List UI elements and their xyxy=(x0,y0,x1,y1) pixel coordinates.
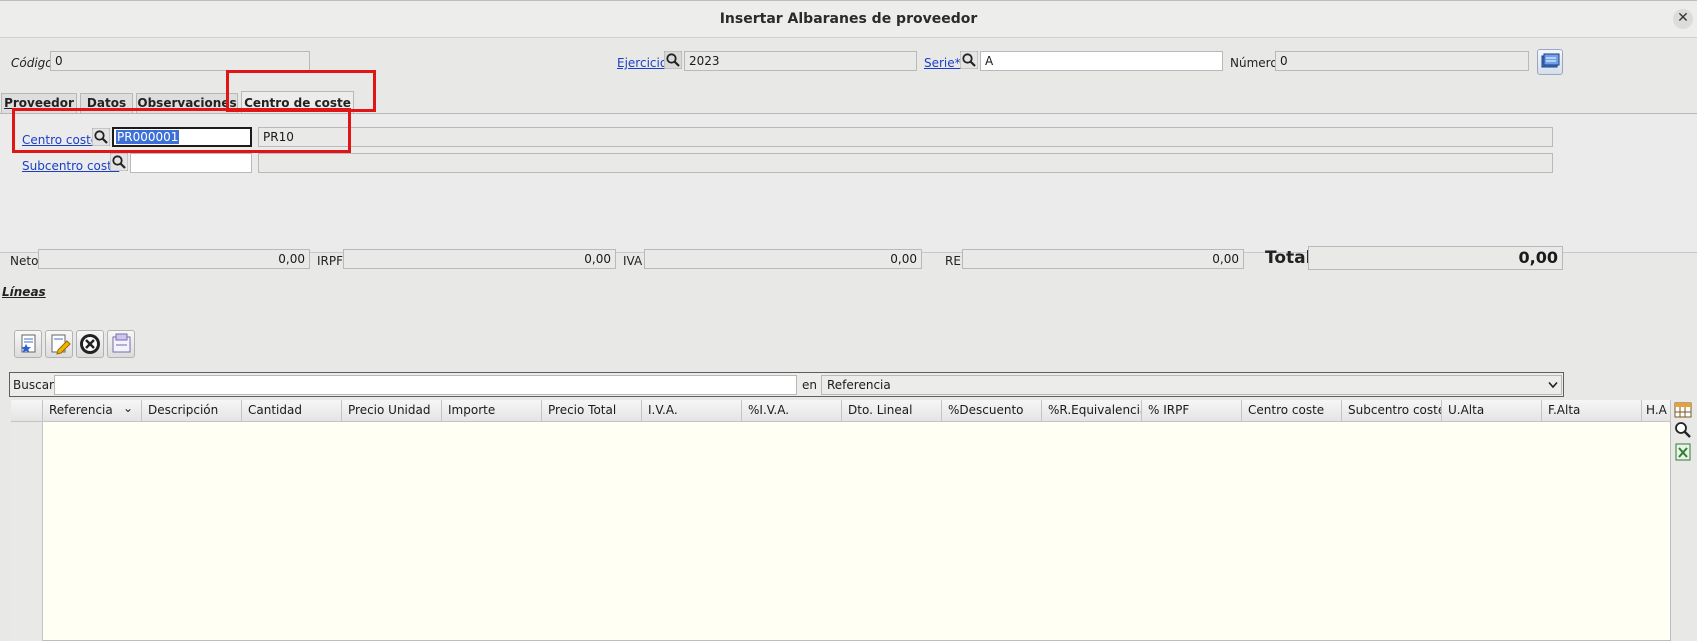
delete-line-icon xyxy=(80,334,100,354)
close-button[interactable]: ✕ xyxy=(1673,9,1693,29)
search-icon xyxy=(664,51,682,69)
export-excel-button[interactable] xyxy=(1673,442,1693,462)
column-config-button[interactable] xyxy=(1673,400,1693,420)
ejercicio-field[interactable]: 2023 xyxy=(684,51,917,71)
chevron-down-icon xyxy=(1548,381,1558,389)
buscar-label: Buscar xyxy=(13,378,54,392)
subcentro-coste-code-input[interactable] xyxy=(130,153,252,173)
import-lines-icon xyxy=(112,333,131,353)
centro-coste-description: PR10 xyxy=(258,127,1553,147)
search-field-select[interactable]: Referencia xyxy=(821,375,1562,395)
numero-field[interactable]: 0 xyxy=(1275,51,1529,71)
column-header-f-alta[interactable]: F.Alta xyxy=(1542,400,1642,422)
close-icon: ✕ xyxy=(1677,10,1689,26)
lineas-section-title: Líneas xyxy=(2,285,46,299)
column-header-precio-unidad[interactable]: Precio Unidad xyxy=(342,400,442,422)
new-line-icon xyxy=(21,334,36,353)
total-label: Total xyxy=(1265,248,1312,268)
column-header-centro-coste[interactable]: Centro coste xyxy=(1242,400,1342,422)
neto-field: 0,00 xyxy=(38,249,310,269)
search-input[interactable] xyxy=(54,375,797,395)
column-header-descripcion[interactable]: Descripción xyxy=(142,400,242,422)
window-title: Insertar Albaranes de proveedor xyxy=(719,11,978,27)
irpf-field: 0,00 xyxy=(343,249,616,269)
excel-icon xyxy=(1675,443,1691,461)
documents-icon xyxy=(1541,53,1560,68)
column-header-precio-total[interactable]: Precio Total xyxy=(542,400,642,422)
delete-line-button[interactable] xyxy=(76,330,104,358)
import-lines-button[interactable] xyxy=(107,330,135,358)
total-field: 0,00 xyxy=(1308,246,1563,270)
serie-link[interactable]: Serie* xyxy=(924,56,961,70)
search-icon xyxy=(1675,422,1691,438)
ejercicio-link[interactable]: Ejercicio xyxy=(617,56,667,70)
re-label: RE xyxy=(945,254,961,268)
column-header-cantidad[interactable]: Cantidad xyxy=(242,400,342,422)
lines-table[interactable] xyxy=(11,400,1671,641)
corner-header xyxy=(11,400,43,422)
sort-down-icon: ⌄ xyxy=(123,401,134,415)
serie-search-button[interactable] xyxy=(960,51,978,72)
column-header-h-alta[interactable]: H.A xyxy=(1642,400,1671,422)
highlight-centro-box xyxy=(12,108,351,153)
row-header-column xyxy=(11,400,43,641)
new-line-button[interactable] xyxy=(14,330,42,358)
neto-label: Neto xyxy=(10,254,39,268)
highlight-tab-box xyxy=(226,70,376,112)
column-header-porc-r-equivalencia[interactable]: %R.Equivalencia xyxy=(1042,400,1142,422)
edit-line-icon xyxy=(51,334,71,355)
irpf-label: IRPF xyxy=(317,254,344,268)
search-icon xyxy=(960,51,978,69)
column-header-dto-lineal[interactable]: Dto. Lineal xyxy=(842,400,942,422)
subcentro-coste-search-button[interactable] xyxy=(110,153,128,174)
column-header-referencia[interactable]: Referencia ⌄ xyxy=(43,400,142,422)
subcentro-coste-description xyxy=(258,153,1553,173)
search-field-value: Referencia xyxy=(827,378,891,392)
table-settings-icon xyxy=(1674,402,1692,418)
re-field: 0,00 xyxy=(962,249,1244,269)
column-header-porc-iva[interactable]: %I.V.A. xyxy=(742,400,842,422)
ejercicio-search-button[interactable] xyxy=(664,51,682,72)
subcentro-coste-link[interactable]: Subcentro coste xyxy=(22,159,119,173)
column-header-importe[interactable]: Importe xyxy=(442,400,542,422)
edit-line-button[interactable] xyxy=(45,330,73,358)
column-header-u-alta[interactable]: U.Alta xyxy=(1442,400,1542,422)
iva-label: IVA xyxy=(623,254,643,268)
iva-field: 0,00 xyxy=(644,249,922,269)
column-header-porc-descuento[interactable]: %Descuento xyxy=(942,400,1042,422)
grid-search-button[interactable] xyxy=(1673,420,1693,440)
en-label: en xyxy=(802,378,817,392)
column-header-porc-irpf[interactable]: % IRPF xyxy=(1142,400,1242,422)
numero-label: Número xyxy=(1230,56,1278,70)
document-action-button[interactable] xyxy=(1537,49,1563,75)
column-header-iva[interactable]: I.V.A. xyxy=(642,400,742,422)
codigo-field[interactable]: 0 xyxy=(50,51,310,71)
serie-field[interactable]: A xyxy=(980,51,1223,71)
codigo-label: Código xyxy=(11,56,53,70)
search-icon xyxy=(110,153,128,171)
column-header-subcentro-coste[interactable]: Subcentro coste xyxy=(1342,400,1442,422)
